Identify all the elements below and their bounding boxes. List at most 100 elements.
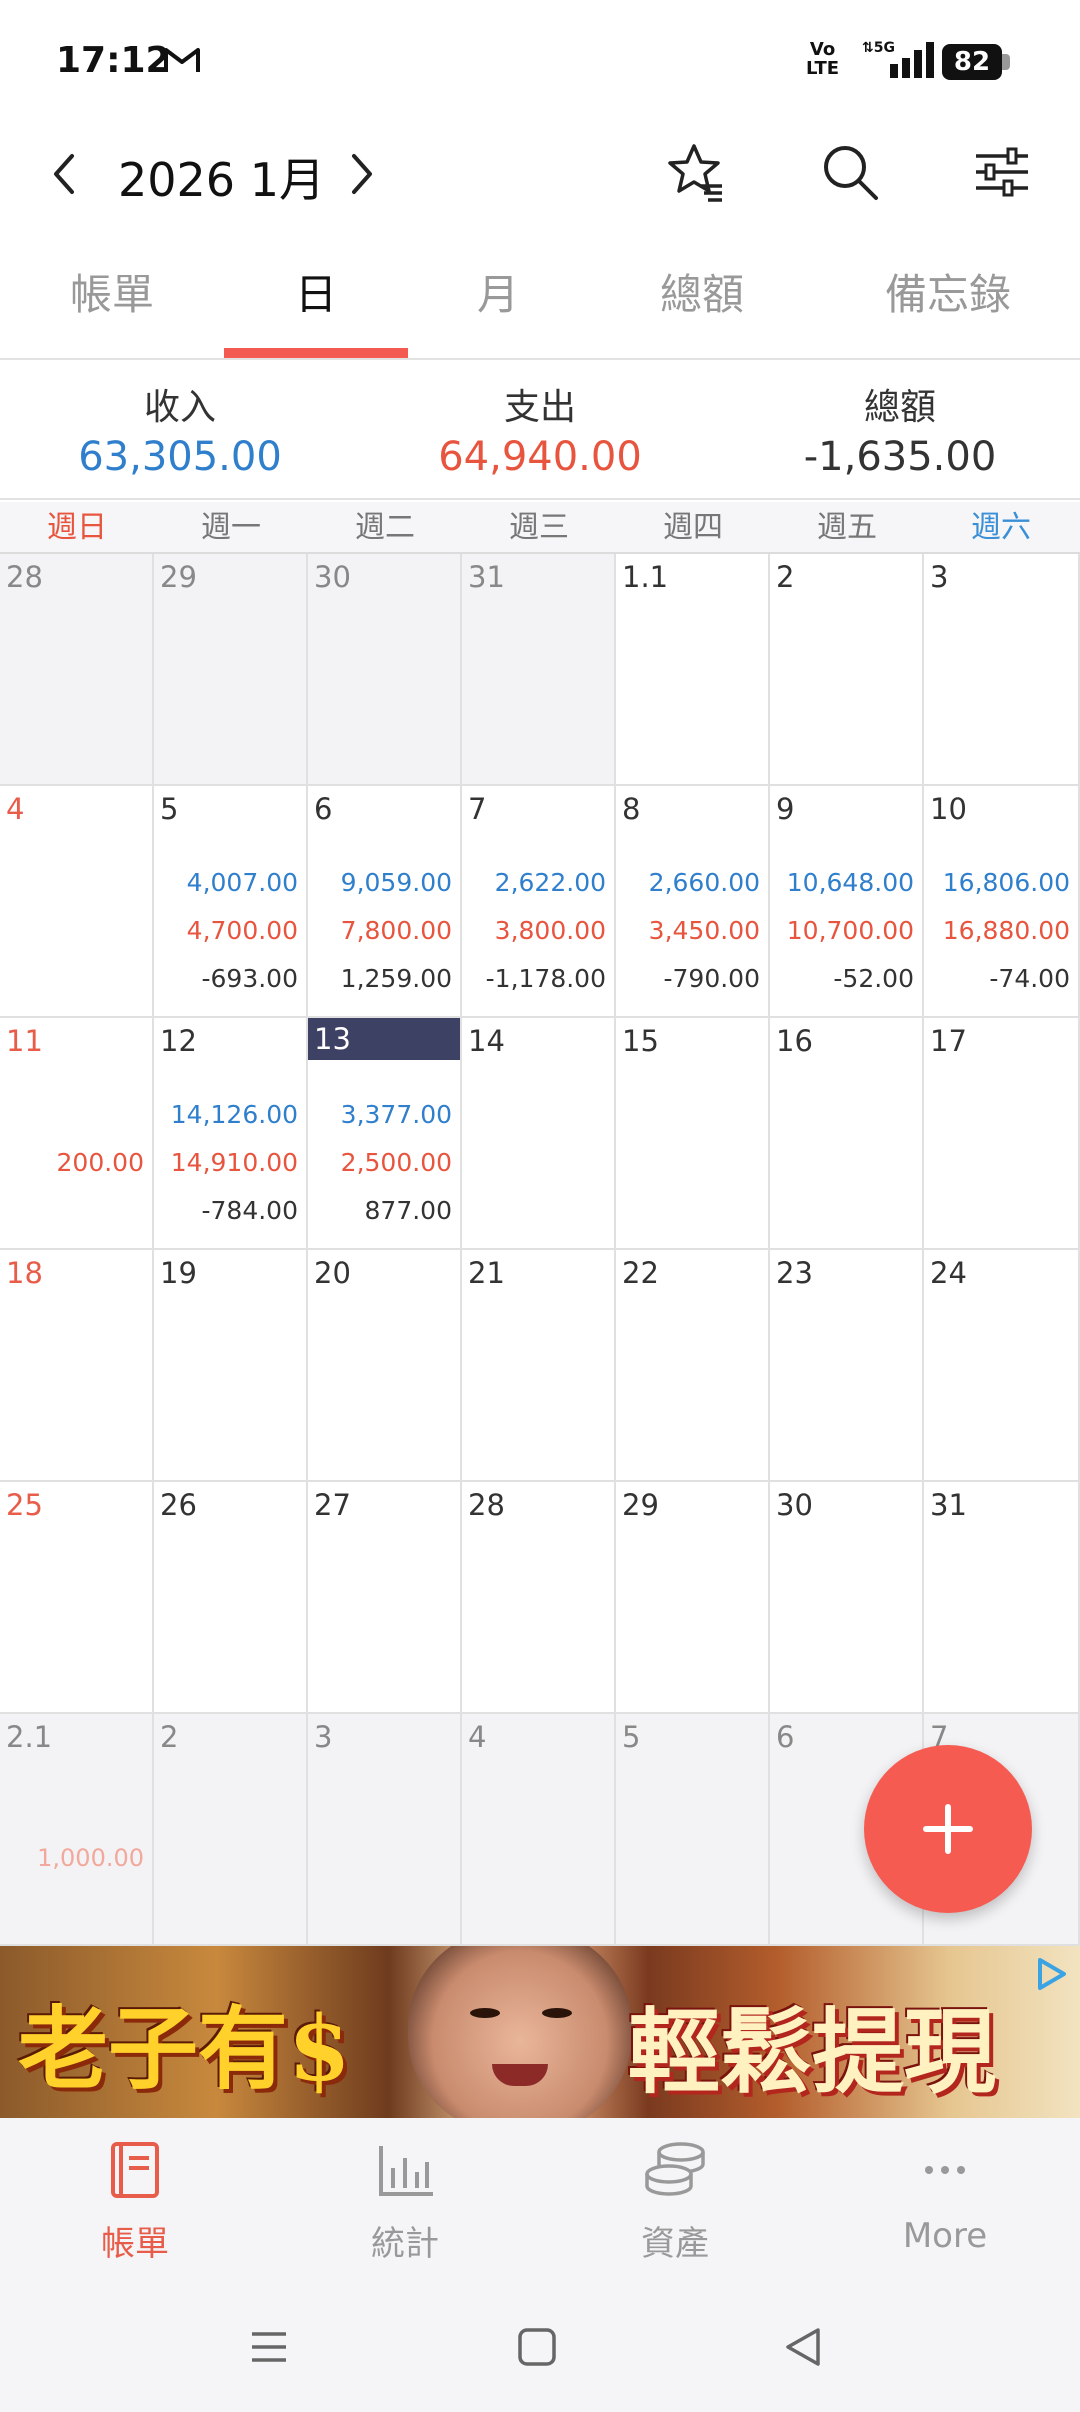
day-income: 16,806.00 — [942, 868, 1070, 897]
calendar-day-cell[interactable]: 16 — [770, 1018, 924, 1250]
day-number: 2.1 — [6, 1720, 53, 1754]
nav-more[interactable]: More — [810, 2138, 1080, 2256]
calendar-day-cell[interactable]: 3 — [924, 554, 1080, 786]
more-dots-icon — [925, 2166, 965, 2174]
weekday-sat: 週六 — [971, 510, 1031, 545]
day-expense: 10,700.00 — [786, 916, 914, 945]
calendar-day-cell[interactable]: 31 — [924, 1482, 1080, 1714]
day-expense: 200.00 — [56, 1148, 144, 1177]
income-value: 63,305.00 — [78, 434, 282, 480]
calendar-day-cell[interactable]: 22 — [616, 1250, 770, 1482]
calendar-day-cell[interactable]: 31 — [462, 554, 616, 786]
calendar-day-cell[interactable]: 10 16,806.00 16,880.00 -74.00 — [924, 786, 1080, 1018]
ad-text-right: 輕鬆提現 — [628, 1998, 997, 2106]
home-icon[interactable] — [512, 2322, 562, 2372]
tab-day[interactable]: 日 — [224, 240, 408, 358]
day-expense: 1,000.00 — [37, 1844, 144, 1872]
calendar-day-cell[interactable]: 23 — [770, 1250, 924, 1482]
day-total: -784.00 — [201, 1196, 299, 1225]
calendar-day-cell[interactable]: 2 — [154, 1714, 308, 1946]
day-number: 29 — [160, 560, 197, 594]
nav-bills[interactable]: 帳單 — [0, 2138, 270, 2265]
weekday-header: 週日 週一 週二 週三 週四 週五 週六 — [0, 502, 1080, 554]
bookmark-star-icon[interactable] — [664, 140, 728, 204]
day-number: 4 — [6, 792, 25, 826]
day-number: 16 — [776, 1024, 813, 1058]
day-number: 6 — [776, 1720, 795, 1754]
calendar-day-cell[interactable]: 7 2,622.00 3,800.00 -1,178.00 — [462, 786, 616, 1018]
volte-label: Vo — [809, 39, 836, 60]
weekday-sun: 週日 — [47, 510, 107, 545]
calendar-day-cell[interactable]: 5 4,007.00 4,700.00 -693.00 — [154, 786, 308, 1018]
day-number: 2 — [160, 1720, 179, 1754]
calendar-day-cell[interactable]: 8 2,660.00 3,450.00 -790.00 — [616, 786, 770, 1018]
calendar-day-cell[interactable]: 25 — [0, 1482, 154, 1714]
calendar-day-cell[interactable]: 30 — [308, 554, 462, 786]
signal-icon: ⇅5G — [862, 40, 934, 78]
ad-banner[interactable]: 老子有$ 輕鬆提現 — [0, 1946, 1080, 2118]
active-tab-indicator — [224, 348, 408, 358]
back-icon[interactable] — [778, 2322, 828, 2372]
calendar-day-cell[interactable]: 20 — [308, 1250, 462, 1482]
calendar-day-cell[interactable]: 9 10,648.00 10,700.00 -52.00 — [770, 786, 924, 1018]
bar-chart-icon — [379, 2146, 433, 2196]
day-expense: 2,500.00 — [340, 1148, 452, 1177]
month-summary: 收入 63,305.00 支出 64,940.00 總額 -1,635.00 — [0, 362, 1080, 500]
calendar-day-cell[interactable]: 17 — [924, 1018, 1080, 1250]
day-total: -52.00 — [833, 964, 914, 993]
month-title[interactable]: 2026 1月 — [118, 144, 325, 210]
calendar-day-cell[interactable]: 1.1 — [616, 554, 770, 786]
calendar-day-cell[interactable]: 26 — [154, 1482, 308, 1714]
day-number: 24 — [930, 1256, 967, 1290]
calendar-day-cell[interactable]: 4 — [462, 1714, 616, 1946]
chevron-right-icon[interactable] — [336, 144, 386, 204]
calendar-day-cell[interactable]: 12 14,126.00 14,910.00 -784.00 — [154, 1018, 308, 1250]
tab-month[interactable]: 月 — [408, 240, 588, 358]
calendar-grid: 28 29 30 31 1.1 2 3 4 5 4,007.00 4,700.00 -693.00 6 9… — [0, 554, 1080, 1946]
nav-assets[interactable]: 資產 — [540, 2138, 810, 2265]
day-number: 20 — [314, 1256, 351, 1290]
day-number: 29 — [622, 1488, 659, 1522]
day-number: 28 — [6, 560, 43, 594]
tab-memo[interactable]: 備忘錄 — [816, 240, 1080, 358]
calendar-day-cell[interactable]: 2.1 1,000.00 — [0, 1714, 154, 1946]
calendar-day-cell[interactable]: 15 — [616, 1018, 770, 1250]
calendar-day-cell[interactable]: 19 — [154, 1250, 308, 1482]
recent-apps-icon[interactable] — [244, 2322, 294, 2372]
calendar-day-cell[interactable]: 6 9,059.00 7,800.00 1,259.00 — [308, 786, 462, 1018]
search-icon[interactable] — [818, 140, 882, 204]
tab-bills[interactable]: 帳單 — [0, 240, 224, 358]
filter-sliders-icon[interactable] — [970, 140, 1034, 204]
chevron-left-icon[interactable] — [40, 144, 90, 204]
nav-stats[interactable]: 統計 — [270, 2138, 540, 2265]
day-number: 7 — [468, 792, 487, 826]
day-income: 10,648.00 — [786, 868, 914, 897]
calendar-day-cell[interactable]: 28 — [462, 1482, 616, 1714]
calendar-day-cell[interactable]: 4 — [0, 786, 154, 1018]
weekday-thu: 週四 — [663, 510, 723, 545]
view-tabs: 帳單 日 月 總額 備忘錄 — [0, 240, 1080, 360]
calendar-day-cell[interactable]: 5 — [616, 1714, 770, 1946]
calendar-day-cell[interactable]: 30 — [770, 1482, 924, 1714]
calendar-day-cell[interactable]: 28 — [0, 554, 154, 786]
calendar-day-cell[interactable]: 29 — [616, 1482, 770, 1714]
system-navigation-bar — [0, 2280, 1080, 2412]
calendar-day-cell[interactable]: 29 — [154, 554, 308, 786]
calendar-day-cell[interactable]: 11 200.00 — [0, 1018, 154, 1250]
calendar-day-cell[interactable]: 24 — [924, 1250, 1080, 1482]
calendar-day-cell[interactable]: 27 — [308, 1482, 462, 1714]
adchoices-icon[interactable] — [1030, 1954, 1070, 1994]
total-summary: 總額 -1,635.00 — [720, 378, 1080, 480]
calendar-day-cell[interactable]: 2 — [770, 554, 924, 786]
calendar-day-cell[interactable]: 18 — [0, 1250, 154, 1482]
calendar-day-cell[interactable]: 13 3,377.00 2,500.00 877.00 — [308, 1018, 462, 1250]
day-expense: 7,800.00 — [340, 916, 452, 945]
calendar-day-cell[interactable]: 21 — [462, 1250, 616, 1482]
calendar-day-cell[interactable]: 14 — [462, 1018, 616, 1250]
top-app-bar: 2026 1月 — [0, 120, 1080, 230]
tab-total[interactable]: 總額 — [588, 240, 816, 358]
day-income: 2,660.00 — [648, 868, 760, 897]
calendar-day-cell[interactable]: 3 — [308, 1714, 462, 1946]
add-transaction-button[interactable] — [864, 1745, 1032, 1913]
day-income: 14,126.00 — [170, 1100, 298, 1129]
